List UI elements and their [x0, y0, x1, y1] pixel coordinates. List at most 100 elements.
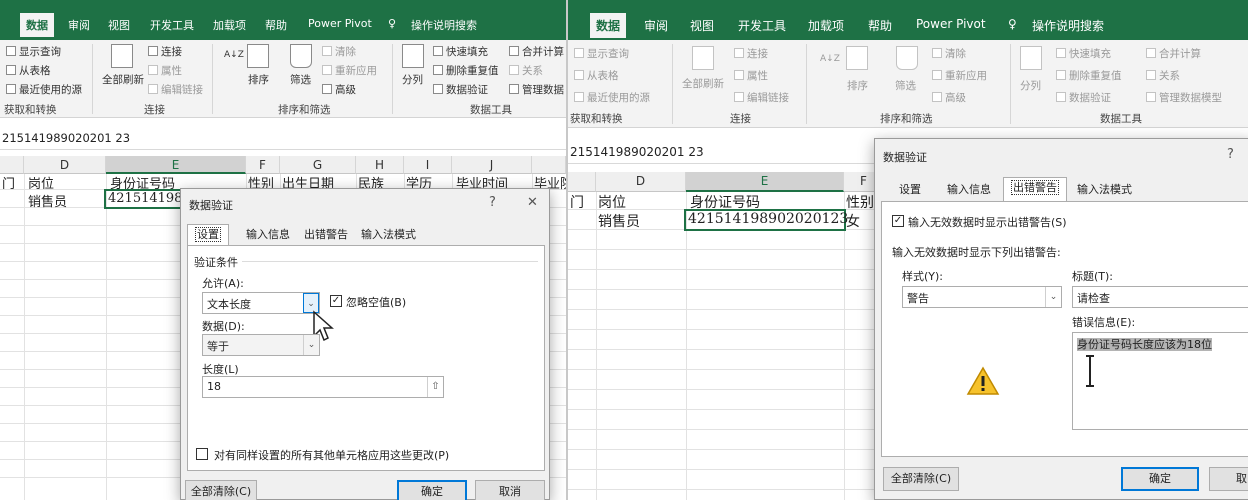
chevron-down-icon[interactable]: ⌄ — [1045, 287, 1061, 307]
filter-button[interactable]: 筛选 — [895, 78, 916, 93]
tab-developer[interactable]: 开发工具 — [150, 17, 194, 33]
column-header-partial[interactable] — [568, 172, 596, 192]
tab-ime-mode[interactable]: 输入法模式 — [1069, 179, 1140, 201]
tab-view[interactable]: 视图 — [108, 17, 130, 33]
sort-az-button[interactable]: A↓Z — [224, 50, 244, 60]
message-textarea[interactable]: 身份证号码长度应该为18位 — [1072, 332, 1248, 430]
allow-select[interactable]: 文本长度 ⌄ — [202, 292, 320, 314]
cell-gender-value[interactable]: 女 — [846, 211, 860, 231]
text-to-columns-button[interactable]: 分列 — [402, 72, 423, 87]
column-header-partial[interactable] — [532, 156, 566, 174]
column-header-i[interactable]: I — [404, 156, 452, 174]
cancel-button[interactable]: 取 — [1209, 467, 1248, 491]
tell-me-search[interactable]: 操作说明搜索 — [1032, 17, 1104, 34]
clear-all-button[interactable]: 全部清除(C) — [185, 480, 257, 500]
ok-button[interactable]: 确定 — [397, 480, 467, 500]
cell-position-value[interactable]: 销售员 — [598, 211, 640, 231]
tab-help[interactable]: 帮助 — [265, 17, 287, 33]
help-button[interactable]: ? — [1227, 147, 1234, 162]
column-header-g[interactable]: G — [280, 156, 356, 174]
tab-data[interactable]: 数据 — [590, 13, 627, 38]
tab-data[interactable]: 数据 — [20, 13, 54, 37]
relationships-button[interactable]: 关系 — [1146, 68, 1180, 83]
remove-duplicates-button[interactable]: 删除重复值 — [433, 63, 499, 78]
tab-help[interactable]: 帮助 — [868, 17, 892, 34]
cell-id-value[interactable]: 4215141989 — [108, 191, 191, 206]
style-select[interactable]: 警告 ⌄ — [902, 286, 1062, 308]
close-icon[interactable]: ✕ — [527, 195, 538, 210]
clear-filter-button[interactable]: 清除 — [322, 44, 356, 59]
recent-sources-button[interactable]: 最近使用的源 — [574, 90, 650, 105]
column-header-e[interactable]: E — [686, 172, 844, 192]
sort-button[interactable]: 排序 — [248, 72, 269, 87]
cell-position-value[interactable]: 销售员 — [28, 191, 67, 210]
column-header-e[interactable]: E — [106, 156, 246, 174]
properties-button[interactable]: 属性 — [734, 68, 768, 83]
apply-all-checkbox[interactable] — [196, 448, 208, 460]
tab-view[interactable]: 视图 — [690, 17, 714, 34]
remove-duplicates-button[interactable]: 删除重复值 — [1056, 68, 1122, 83]
from-table-button[interactable]: 从表格 — [6, 63, 51, 78]
column-header-h[interactable]: H — [356, 156, 404, 174]
manage-data-model-button[interactable]: 管理数据模型 — [1146, 90, 1222, 105]
tab-developer[interactable]: 开发工具 — [738, 17, 786, 34]
flash-fill-button[interactable]: 快速填充 — [433, 44, 488, 59]
column-header-f[interactable]: F — [246, 156, 280, 174]
data-validation-button[interactable]: 数据验证 — [433, 82, 488, 97]
title-input[interactable]: 请检查 — [1072, 286, 1248, 308]
advanced-filter-button[interactable]: 高级 — [322, 82, 356, 97]
flash-fill-button[interactable]: 快速填充 — [1056, 46, 1111, 61]
tab-power-pivot[interactable]: Power Pivot — [916, 17, 986, 31]
tab-review[interactable]: 审阅 — [644, 17, 668, 34]
tab-addins[interactable]: 加载项 — [213, 17, 246, 33]
tab-input-message[interactable]: 输入信息 — [939, 179, 999, 201]
cell-gender-header[interactable]: 性别 — [846, 192, 874, 212]
column-header-partial[interactable] — [0, 156, 24, 174]
tab-addins[interactable]: 加载项 — [808, 17, 844, 34]
cell-edge[interactable]: 门 — [2, 173, 15, 192]
tab-input-message[interactable]: 输入信息 — [238, 224, 298, 246]
refresh-all-button[interactable]: 全部刷新 — [682, 76, 724, 91]
column-header-j[interactable]: J — [452, 156, 532, 174]
help-button[interactable]: ? — [489, 195, 496, 210]
tab-settings[interactable]: 设置 — [891, 179, 929, 201]
range-select-icon[interactable]: ⇧ — [427, 377, 443, 397]
show-queries-button[interactable]: 显示查询 — [6, 44, 61, 59]
clear-all-button[interactable]: 全部清除(C) — [883, 467, 959, 491]
ok-button[interactable]: 确定 — [1121, 467, 1199, 491]
edit-links-button[interactable]: 编辑链接 — [734, 90, 789, 105]
formula-bar[interactable]: 215141989020201 23 — [0, 124, 566, 150]
from-table-button[interactable]: 从表格 — [574, 68, 619, 83]
advanced-filter-button[interactable]: 高级 — [932, 90, 966, 105]
tab-settings[interactable]: 设置 — [187, 224, 229, 246]
show-alert-checkbox[interactable]: ✓ — [892, 215, 904, 227]
connections-button[interactable]: 连接 — [148, 44, 182, 59]
tab-error-alert[interactable]: 出错警告 — [296, 224, 356, 246]
ignore-blank-checkbox[interactable]: ✓ — [330, 295, 342, 307]
data-select[interactable]: 等于 ⌄ — [202, 334, 320, 356]
refresh-all-button[interactable]: 全部刷新 — [102, 72, 144, 87]
cancel-button[interactable]: 取消 — [475, 480, 545, 500]
filter-button[interactable]: 筛选 — [290, 72, 311, 87]
sort-button[interactable]: 排序 — [847, 78, 868, 93]
properties-button[interactable]: 属性 — [148, 63, 182, 78]
show-queries-button[interactable]: 显示查询 — [574, 46, 629, 61]
tab-power-pivot[interactable]: Power Pivot — [308, 17, 372, 30]
recent-sources-button[interactable]: 最近使用的源 — [6, 82, 82, 97]
connections-button[interactable]: 连接 — [734, 46, 768, 61]
cell-position-header[interactable]: 岗位 — [598, 192, 626, 212]
column-header-d[interactable]: D — [596, 172, 686, 192]
tell-me-search[interactable]: 操作说明搜索 — [411, 17, 477, 33]
tab-error-alert[interactable]: 出错警告 — [1003, 177, 1067, 201]
cell-position-header[interactable]: 岗位 — [28, 173, 54, 192]
reapply-button[interactable]: 重新应用 — [322, 63, 377, 78]
sort-az-button[interactable]: A↓Z — [820, 54, 840, 64]
clear-filter-button[interactable]: 清除 — [932, 46, 966, 61]
tab-ime-mode[interactable]: 输入法模式 — [353, 224, 424, 246]
column-header-d[interactable]: D — [24, 156, 106, 174]
edit-links-button[interactable]: 编辑链接 — [148, 82, 203, 97]
data-validation-button[interactable]: 数据验证 — [1056, 90, 1111, 105]
length-input[interactable]: 18 ⇧ — [202, 376, 444, 398]
tab-review[interactable]: 审阅 — [68, 17, 90, 33]
consolidate-button[interactable]: 合并计算 — [1146, 46, 1201, 61]
